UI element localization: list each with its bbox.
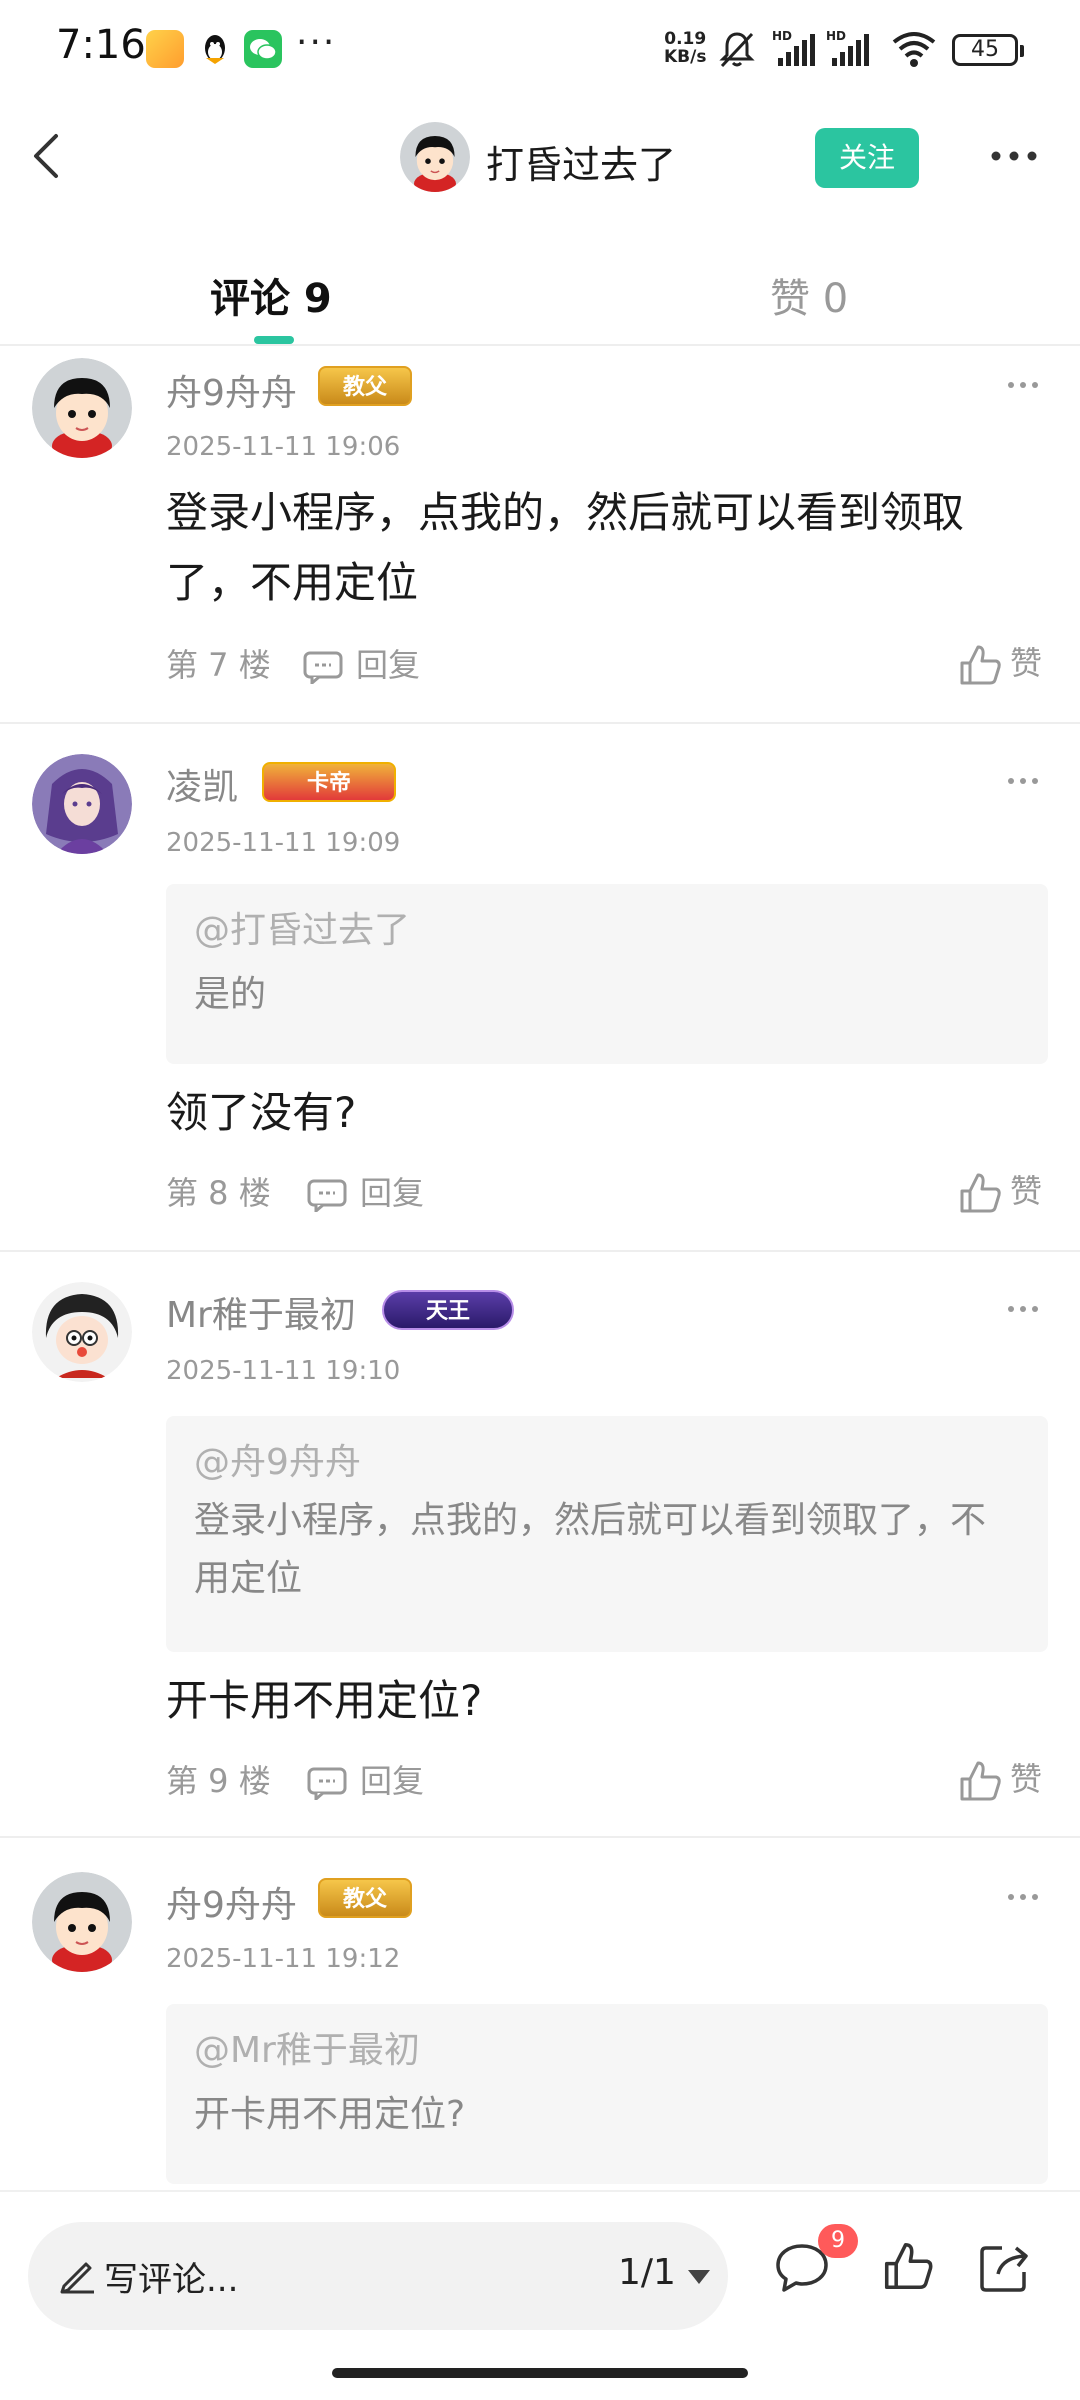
user-badge: 教父: [318, 366, 412, 406]
wechat-app-icon: [244, 30, 282, 68]
tab-comments[interactable]: 评论 9: [210, 266, 332, 324]
comment-item: 凌凯 卡帝 2025-11-11 19:09 @打昏过去了 是的 领了没有? 第…: [0, 724, 1080, 1250]
like-button[interactable]: 赞: [958, 1754, 1042, 1803]
caret-down-icon[interactable]: [688, 2270, 710, 2284]
comment-input-placeholder: 写评论...: [104, 2260, 239, 2300]
comment-more-icon[interactable]: [1006, 1880, 1040, 1915]
author-avatar[interactable]: [400, 122, 470, 192]
quote-mention: @打昏过去了: [194, 910, 411, 951]
user-avatar[interactable]: [32, 358, 132, 458]
thumbs-up-icon: [960, 645, 1001, 685]
post-header: 打昏过去了 关注: [0, 96, 1080, 226]
comment-item: 舟9舟舟 教父 2025-11-11 19:06 登录小程序，点我的，然后就可以…: [0, 348, 1080, 722]
like-button[interactable]: 赞: [958, 638, 1042, 687]
quoted-comment[interactable]: @Mr稚于最初 开卡用不用定位?: [166, 2004, 1048, 2184]
comment-text: 登录小程序，点我的，然后就可以看到领取了，不用定位: [166, 488, 965, 607]
username[interactable]: 舟9舟舟: [166, 1876, 297, 1928]
gallery-app-icon: [146, 30, 184, 68]
user-badge: 卡帝: [262, 762, 396, 802]
thumbs-up-icon: [960, 1761, 1001, 1801]
comment-more-icon[interactable]: [1006, 1292, 1040, 1327]
quote-text: 是的: [194, 974, 267, 1015]
comment-time: 2025-11-11 19:06: [166, 432, 401, 462]
status-time: 7:16: [56, 22, 146, 68]
user-avatar[interactable]: [32, 754, 132, 854]
page-indicator[interactable]: 1/1: [618, 2252, 676, 2293]
reply-icon: [307, 1767, 347, 1800]
user-badge: 教父: [318, 1878, 412, 1918]
reply-button[interactable]: 回复: [306, 1756, 424, 1802]
user-avatar[interactable]: [32, 1872, 132, 1972]
net-speed-unit: KB/s: [664, 47, 707, 67]
like-label: 赞: [1010, 1172, 1043, 1210]
comment-more-icon[interactable]: [1006, 368, 1040, 403]
comment-time: 2025-11-11 19:09: [166, 828, 401, 858]
user-badge: 天王: [382, 1290, 514, 1330]
comment-text: 开卡用不用定位?: [166, 1676, 483, 1725]
svg-text:HD: HD: [826, 29, 846, 43]
comment-item: Mr稚于最初 天王 2025-11-11 19:10 @舟9舟舟 登录小程序，点…: [0, 1252, 1080, 1836]
mute-bell-icon: [719, 32, 755, 68]
reply-icon: [303, 651, 343, 684]
reply-label: 回复: [360, 1762, 425, 1800]
svg-text:HD: HD: [772, 29, 792, 43]
quoted-comment[interactable]: @舟9舟舟 登录小程序，点我的，然后就可以看到领取了，不用定位: [166, 1416, 1048, 1652]
reply-button[interactable]: 回复: [306, 1168, 424, 1214]
network-speed: 0.19 KB/s: [664, 30, 706, 66]
reply-icon: [307, 1179, 347, 1212]
like-button[interactable]: 赞: [958, 1166, 1042, 1215]
pencil-icon: [60, 2262, 94, 2294]
home-indicator[interactable]: [332, 2368, 748, 2378]
reply-button[interactable]: 回复: [302, 640, 420, 686]
quote-mention: @Mr稚于最初: [194, 2030, 420, 2071]
qq-app-icon: [196, 30, 234, 68]
thumbs-up-icon[interactable]: [882, 2240, 934, 2292]
reply-label: 回复: [360, 1174, 425, 1212]
username[interactable]: 舟9舟舟: [166, 364, 297, 416]
wifi-icon: [892, 32, 936, 67]
tab-likes[interactable]: 赞 0: [770, 266, 848, 324]
thumbs-up-icon: [960, 1173, 1001, 1213]
comment-text: 领了没有?: [166, 1088, 357, 1137]
user-avatar[interactable]: [32, 1282, 132, 1382]
floor-number: 第 7 楼: [166, 646, 271, 684]
tab-bar: 评论 9 赞 0: [0, 250, 1080, 346]
quote-text: 登录小程序，点我的，然后就可以看到领取了，不用定位: [194, 1500, 987, 1599]
author-name[interactable]: 打昏过去了: [486, 134, 676, 189]
more-notifications-icon: ···: [296, 22, 337, 63]
quoted-comment[interactable]: @打昏过去了 是的: [166, 884, 1048, 1064]
username[interactable]: 凌凯: [166, 758, 238, 810]
floor-number: 第 8 楼: [166, 1174, 271, 1212]
signal-2-icon: HD: [826, 29, 869, 66]
battery-indicator: 45: [952, 34, 1024, 66]
quote-text: 开卡用不用定位?: [194, 2094, 466, 2135]
status-bar: 7:16 ··· 0.19 KB/s HD HD 45: [0, 0, 1080, 96]
like-label: 赞: [1010, 1760, 1043, 1798]
more-options-icon[interactable]: [984, 136, 1044, 176]
back-icon[interactable]: [20, 126, 80, 186]
like-label: 赞: [1010, 644, 1043, 682]
share-icon[interactable]: [976, 2240, 1032, 2296]
net-speed-value: 0.19: [664, 29, 707, 49]
username[interactable]: Mr稚于最初: [166, 1286, 356, 1338]
quote-mention: @舟9舟舟: [194, 1442, 361, 1483]
comment-time: 2025-11-11 19:10: [166, 1356, 401, 1386]
comment-count-badge: 9: [818, 2224, 858, 2258]
floor-number: 第 9 楼: [166, 1762, 271, 1800]
follow-button[interactable]: 关注: [815, 128, 919, 188]
comment-more-icon[interactable]: [1006, 764, 1040, 799]
tab-active-indicator: [254, 336, 294, 344]
reply-label: 回复: [356, 646, 421, 684]
comment-item: 舟9舟舟 教父 2025-11-11 19:12 @Mr稚于最初 开卡用不用定位…: [0, 1838, 1080, 2188]
comment-time: 2025-11-11 19:12: [166, 1944, 401, 1974]
signal-1-icon: HD: [772, 29, 815, 66]
comment-input[interactable]: 写评论... 1/1: [28, 2222, 728, 2330]
